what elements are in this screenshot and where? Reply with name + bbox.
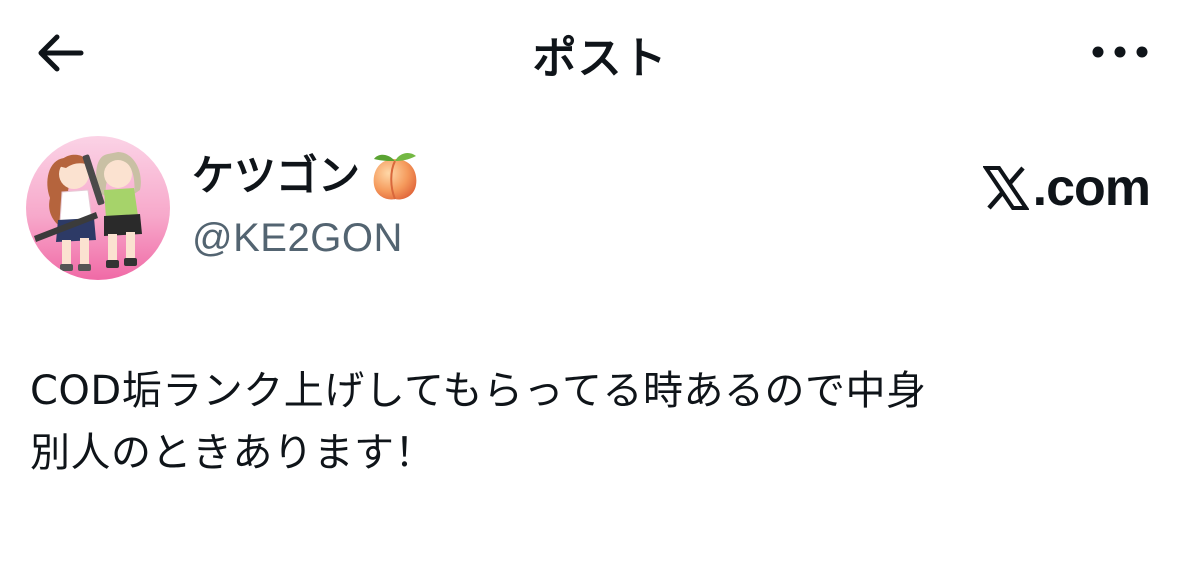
x-logo-icon bbox=[982, 166, 1029, 210]
post-author: ケツゴン @KE2GON .com bbox=[0, 130, 1200, 290]
post-screen: ポスト ケツゴン @KE2GON .com COD垢ランク上げしてもらってる時あ… bbox=[0, 0, 1200, 568]
avatar[interactable] bbox=[26, 136, 170, 280]
user-handle[interactable]: @KE2GON bbox=[192, 218, 403, 258]
display-name: ケツゴン bbox=[192, 151, 361, 200]
post-text: COD垢ランク上げしてもらってる時あるので中身 別人のときあります！ bbox=[30, 360, 1170, 484]
avatar-illustration bbox=[26, 136, 170, 280]
more-horizontal-icon bbox=[1092, 46, 1148, 58]
peach-icon bbox=[373, 153, 417, 200]
brand-text: .com bbox=[1032, 159, 1151, 217]
top-bar: ポスト bbox=[0, 0, 1200, 100]
display-name-row[interactable]: ケツゴン bbox=[192, 144, 424, 208]
more-button[interactable] bbox=[1080, 24, 1160, 80]
post-text-line: COD垢ランク上げしてもらってる時あるので中身 bbox=[30, 368, 927, 414]
post-text-line: 別人のときあります！ bbox=[30, 430, 435, 476]
brand-watermark: .com bbox=[982, 159, 1151, 217]
page-title: ポスト bbox=[532, 33, 668, 84]
